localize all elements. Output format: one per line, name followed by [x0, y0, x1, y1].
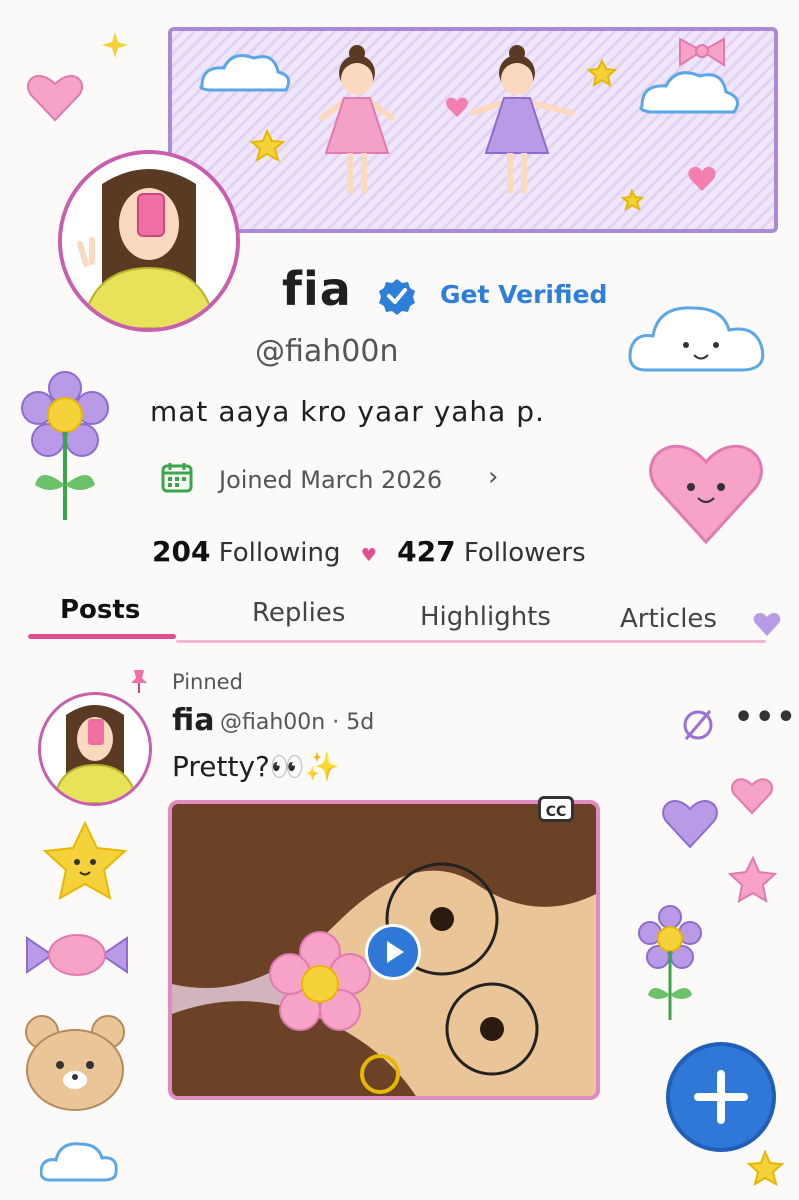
tiny-heart-doodle-icon: [753, 612, 781, 636]
profile-bio: mat aaya kro yaar yaha p.: [150, 395, 545, 428]
pin-icon: [131, 670, 147, 693]
tab-posts[interactable]: Posts: [60, 595, 140, 625]
pink-star-doodle-icon: [728, 855, 778, 904]
followers-link[interactable]: 427 Followers: [397, 535, 586, 568]
play-icon: [387, 941, 404, 963]
tab-replies[interactable]: Replies: [252, 598, 345, 628]
tab-highlights[interactable]: Highlights: [420, 602, 551, 632]
heart-face-doodle-icon: [649, 444, 763, 545]
followers-label: Followers: [463, 538, 586, 568]
heart-doodle-icon: [26, 74, 84, 122]
profile-stats: 204 Following ♥ 427 Followers: [152, 535, 586, 568]
active-tab-indicator: [28, 634, 176, 639]
yellow-star-doodle-icon: [746, 1150, 785, 1187]
joined-date: Joined March 2026: [219, 466, 443, 494]
purple-heart-doodle-icon: [662, 800, 718, 849]
plus-icon: [694, 1070, 748, 1124]
tab-articles[interactable]: Articles: [620, 604, 717, 634]
profile-banner[interactable]: [168, 27, 778, 233]
following-link[interactable]: 204 Following: [152, 535, 341, 568]
post-text: Pretty?👀✨: [172, 750, 340, 783]
chevron-right-icon[interactable]: ›: [488, 462, 498, 492]
followers-count: 427: [397, 535, 456, 568]
get-verified-link[interactable]: Get Verified: [440, 280, 607, 309]
verified-badge-icon: [379, 279, 415, 315]
pinned-label: Pinned: [172, 670, 243, 694]
flower-doodle-icon: [21, 371, 109, 520]
post-author-avatar[interactable]: [38, 692, 152, 806]
pink-heart-doodle-icon: [731, 778, 773, 815]
more-icon[interactable]: •••: [734, 700, 798, 735]
cloud-doodle-icon: [628, 306, 765, 372]
grok-icon[interactable]: [678, 705, 718, 745]
sparkle-doodle-icon: [102, 32, 128, 58]
heart-separator-icon: ♥: [360, 545, 377, 566]
candy-doodle-icon: [26, 934, 128, 976]
compose-button[interactable]: [666, 1042, 776, 1152]
captions-button[interactable]: CC: [538, 796, 574, 822]
tabs-divider: [176, 640, 766, 643]
bear-doodle-icon: [25, 1015, 125, 1111]
small-cloud-doodle-icon: [40, 1142, 118, 1182]
calendar-icon: [161, 463, 193, 493]
banner-illustration: [199, 37, 740, 212]
profile-handle: @fiah00n: [255, 334, 399, 369]
profile-name: fia: [282, 262, 352, 316]
post-meta: @fiah00n · 5d: [220, 710, 375, 735]
profile-avatar[interactable]: [58, 150, 240, 332]
post-author-name[interactable]: fia: [172, 703, 214, 738]
play-button[interactable]: [365, 924, 421, 980]
avatar-illustration: [62, 154, 236, 328]
post-avatar-illustration: [51, 705, 139, 803]
small-flower-doodle-icon: [638, 905, 702, 1020]
post-media-video[interactable]: [168, 800, 600, 1100]
following-label: Following: [218, 538, 341, 568]
following-count: 204: [152, 535, 211, 568]
star-face-doodle-icon: [42, 820, 128, 900]
